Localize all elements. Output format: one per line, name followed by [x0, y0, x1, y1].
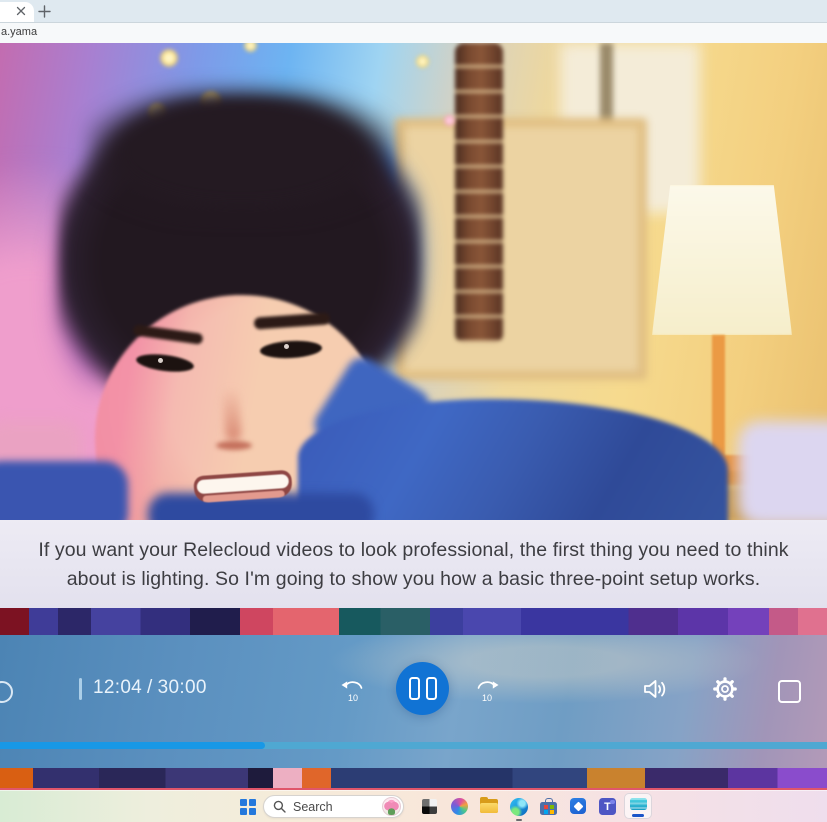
m365-app-icon[interactable]: [570, 798, 586, 814]
time-display: 12:04/30:00: [93, 677, 207, 699]
browser-toolbar: [0, 23, 827, 44]
scene-guitar-neck: [455, 43, 503, 343]
media-player-taskbar-button[interactable]: [624, 793, 652, 819]
volume-button[interactable]: [641, 676, 671, 702]
skip-back-amount: 10: [348, 693, 358, 703]
skip-back-10-button[interactable]: 10: [340, 675, 366, 703]
progress-fill: [0, 742, 265, 749]
forward-arrowhead: [493, 681, 499, 688]
scene-lamp-stem: [712, 335, 725, 459]
store-tile: [544, 810, 548, 814]
gear-icon: [710, 674, 740, 704]
windows-start-button[interactable]: [239, 798, 257, 816]
taskbar: Search T: [0, 790, 827, 822]
scene-shelf: [395, 118, 647, 380]
time-slash: /: [147, 677, 153, 698]
player-control-bar: 12:04/30:00 10 10: [0, 635, 827, 768]
cropped-control-icon[interactable]: [0, 681, 13, 703]
new-tab-icon[interactable]: [36, 3, 52, 19]
progress-bar[interactable]: [0, 742, 827, 749]
skip-forward-10-button[interactable]: 10: [474, 675, 500, 703]
video-strip-lower: [0, 768, 827, 790]
sound-wave-outer: [662, 683, 664, 696]
speaker-icon: [645, 681, 656, 697]
diamond-glyph: [573, 801, 583, 811]
address-bar-url[interactable]: a.yama: [1, 26, 37, 38]
bokeh-light: [444, 115, 455, 126]
time-current: 12:04: [93, 677, 142, 698]
windows-logo-icon: [249, 808, 257, 816]
windows-logo-icon: [240, 799, 248, 807]
pause-icon: [426, 677, 437, 700]
store-bag: [540, 802, 557, 815]
pause-icon: [409, 677, 420, 700]
active-app-indicator: [632, 814, 644, 817]
browser-tab-strip: [0, 0, 827, 23]
presenter-nose-shadow: [216, 441, 252, 450]
skip-forward-amount: 10: [482, 693, 492, 703]
presenter-hair-fringe: [88, 87, 394, 217]
screen: { "browser": { "url_fragment": "a.yama",…: [0, 0, 827, 822]
store-tile: [550, 810, 554, 814]
video-strip-upper: [0, 608, 827, 635]
grid-app-icon[interactable]: [422, 799, 437, 814]
pause-button[interactable]: [396, 662, 449, 715]
folder-front: [480, 803, 498, 814]
store-tile: [550, 805, 554, 809]
eye-glint: [284, 344, 289, 349]
copilot-icon[interactable]: [451, 798, 468, 815]
subtitle-line-2: about is lighting. So I'm going to show …: [0, 565, 827, 593]
rewind-arrowhead: [342, 681, 348, 688]
store-tile: [544, 805, 548, 809]
scene-lamp-shade: [652, 185, 792, 335]
settings-button[interactable]: [710, 674, 740, 704]
edge-running-indicator: [516, 819, 522, 822]
teams-dot: [610, 800, 615, 805]
teams-icon[interactable]: T: [599, 798, 616, 815]
tab-close-icon[interactable]: [14, 4, 28, 18]
fullscreen-button[interactable]: [778, 680, 801, 703]
bing-daily-image-icon[interactable]: [382, 797, 401, 816]
time-separator-bar: [79, 678, 82, 700]
eye-glint: [158, 358, 163, 363]
sound-wave-inner: [659, 686, 660, 693]
bokeh-light: [416, 55, 429, 68]
media-player-icon: [630, 798, 647, 811]
scene-pillow: [738, 421, 827, 520]
microsoft-store-icon[interactable]: [540, 798, 557, 815]
bokeh-light: [160, 49, 178, 67]
windows-logo-icon: [240, 808, 248, 816]
subtitle-line-1: If you want your Relecloud videos to loo…: [0, 536, 827, 564]
search-placeholder: Search: [293, 800, 382, 814]
search-icon: [273, 800, 286, 813]
windows-logo-icon: [249, 799, 257, 807]
video-frame[interactable]: [0, 43, 827, 520]
time-duration: 30:00: [158, 677, 207, 698]
subtitle-band: If you want your Relecloud videos to loo…: [0, 520, 827, 608]
presenter-jacket-left: [0, 461, 128, 520]
file-explorer-icon[interactable]: [480, 799, 498, 813]
edge-icon[interactable]: [510, 798, 528, 816]
taskbar-search[interactable]: Search: [263, 795, 404, 818]
